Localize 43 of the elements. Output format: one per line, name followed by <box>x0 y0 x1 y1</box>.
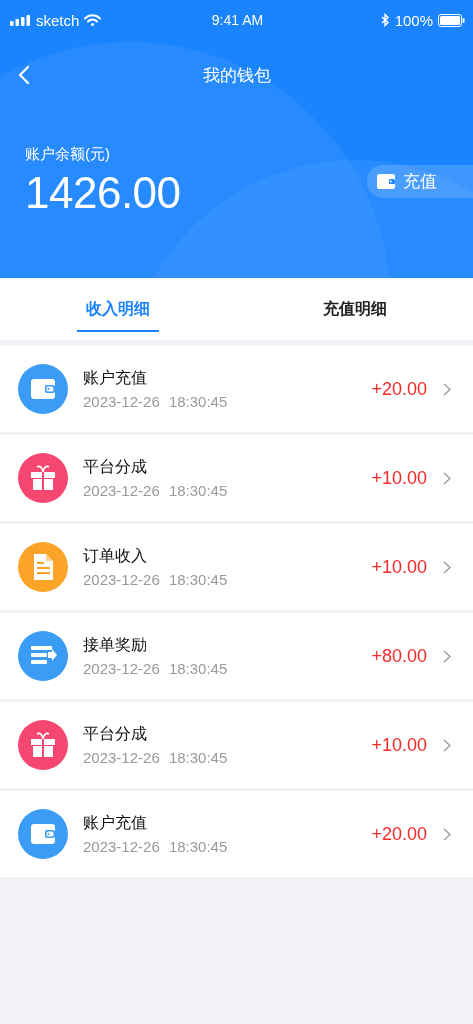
record-row[interactable]: 订单收入 2023-12-26 18:30:45 +10.00 <box>0 524 473 610</box>
record-time: 2023-12-26 18:30:45 <box>83 571 229 588</box>
tab[interactable]: 充值明细 <box>236 278 473 340</box>
record-amount: +10.00 <box>371 467 427 489</box>
record-row[interactable]: 平台分成 2023-12-26 18:30:45 +10.00 <box>0 435 473 521</box>
record-amount: +10.00 <box>371 556 427 578</box>
status-time: 9:41 AM <box>211 12 264 28</box>
carrier-name: sketch <box>36 11 80 29</box>
record-time: 2023-12-26 18:30:45 <box>83 660 229 677</box>
record-row[interactable]: 平台分成 2023-12-26 18:30:45 +10.00 <box>0 702 473 788</box>
balance-amount: 1426.00 <box>25 168 181 218</box>
record-row[interactable]: 账户充值 2023-12-26 18:30:45 +20.00 <box>0 346 473 432</box>
record-time: 2023-12-26 18:30:45 <box>83 482 229 499</box>
chevron-icon <box>443 649 451 663</box>
record-title: 账户充值 <box>83 813 148 833</box>
page-title: 我的钱包 <box>202 64 271 87</box>
record-row[interactable]: 账户充值 2023-12-26 18:30:45 +20.00 <box>0 791 473 877</box>
record-time: 2023-12-26 18:30:45 <box>83 393 229 410</box>
bluetooth-icon <box>380 13 390 27</box>
wallet-icon <box>377 174 395 189</box>
chevron-icon <box>443 560 451 574</box>
record-title: 订单收入 <box>83 546 148 566</box>
chevron-icon <box>443 738 451 752</box>
back-icon[interactable] <box>18 65 30 85</box>
record-time: 2023-12-26 18:30:45 <box>83 749 229 766</box>
chevron-icon <box>443 827 451 841</box>
record-title: 平台分成 <box>83 724 148 744</box>
signal-icon <box>10 14 31 26</box>
record-amount: +80.00 <box>371 645 427 667</box>
record-title: 接单奖励 <box>83 635 148 655</box>
chevron-icon <box>443 471 451 485</box>
record-time: 2023-12-26 18:30:45 <box>83 838 229 855</box>
record-amount: +10.00 <box>371 734 427 756</box>
wifi-icon <box>84 14 102 26</box>
record-row[interactable]: 接单奖励 2023-12-26 18:30:45 +80.00 <box>0 613 473 699</box>
battery-percent: 100% <box>394 11 433 29</box>
record-amount: +20.00 <box>371 823 427 845</box>
record-title: 账户充值 <box>83 368 148 388</box>
balance-label: 账户余额(元) <box>25 145 111 164</box>
battery-icon <box>438 13 465 27</box>
record-amount: +20.00 <box>371 378 427 400</box>
chevron-icon <box>443 382 451 396</box>
record-title: 平台分成 <box>83 457 148 477</box>
